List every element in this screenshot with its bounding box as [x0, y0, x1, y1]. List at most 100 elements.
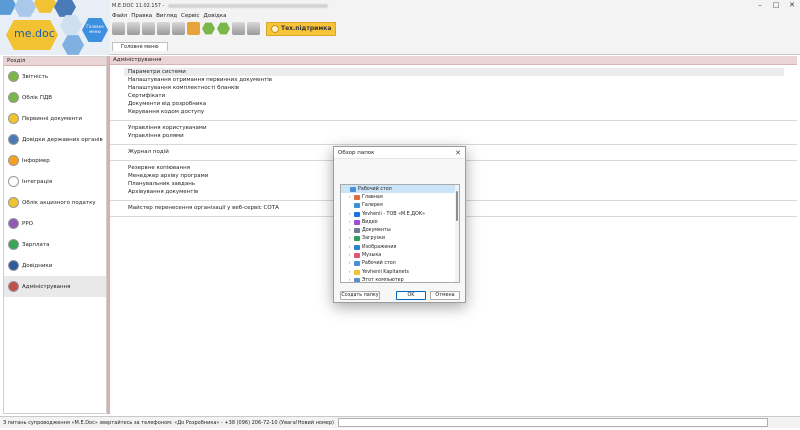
window-controls: – □ ✕	[752, 0, 800, 10]
menu-link[interactable]: Документи від розробника	[128, 100, 797, 108]
sidebar-item[interactable]: Облік акцизного податку	[4, 192, 106, 213]
sidebar-header: Розділ	[4, 57, 106, 66]
folder-icon	[354, 219, 360, 225]
maximize-icon[interactable]: □	[768, 0, 784, 10]
cancel-button[interactable]: Отмена	[430, 291, 460, 300]
status-text: З питань супроводження «M.E.Doc» звертай…	[3, 419, 334, 426]
folder-label: Загрузки	[362, 236, 385, 242]
new-document-icon[interactable]	[112, 22, 125, 35]
folder-icon	[354, 261, 360, 267]
menu-link[interactable]: Управління ролями	[128, 132, 797, 140]
folder-node[interactable]: › Изображения	[341, 243, 459, 251]
folder-label: Документы	[362, 228, 391, 234]
browse-folder-dialog: Обзор папок ✕ Рабочий стол › Главная Галере…	[333, 146, 466, 303]
redacted-title	[168, 4, 329, 8]
folder-label: Главная	[362, 194, 383, 200]
minimize-icon[interactable]: –	[752, 0, 768, 10]
folder-label: Видео	[362, 219, 378, 225]
sidebar-item[interactable]: Довідники	[4, 255, 106, 276]
sidebar-item-label: Звітність	[22, 73, 49, 80]
sidebar-item[interactable]: Первинні документи	[4, 108, 106, 129]
sidebar-item[interactable]: Зарплата	[4, 234, 106, 255]
close-icon[interactable]: ✕	[784, 0, 800, 10]
salary-icon	[8, 239, 19, 250]
expand-chevron-icon[interactable]: ›	[347, 212, 352, 217]
tech-support-button[interactable]: Тех.підтримка	[266, 21, 337, 36]
folder-node[interactable]: › Загрузки	[341, 235, 459, 243]
settings-icon[interactable]	[217, 22, 230, 35]
folder-node[interactable]: › Главная	[341, 193, 459, 201]
tab-main-menu[interactable]: Головне меню	[112, 42, 168, 51]
vat-icon	[8, 92, 19, 103]
expand-chevron-icon[interactable]: ›	[347, 261, 352, 266]
folder-node[interactable]: › Этот компьютер	[341, 276, 459, 282]
menu-link[interactable]: Налаштування комплектності бланків	[128, 84, 797, 92]
create-folder-button[interactable]: Создать папку	[340, 291, 380, 300]
menu-help[interactable]: Довідка	[204, 13, 227, 19]
folder-icon	[354, 269, 360, 275]
sidebar: Розділ Звітність Облік ПДВ Первинні докуме…	[3, 56, 107, 414]
expand-chevron-icon[interactable]: ›	[347, 236, 352, 241]
folder-node[interactable]: › Yevhenii Kapitanets	[341, 268, 459, 276]
menu-link[interactable]: Сертифікати	[128, 92, 797, 100]
menu-bar: Файл Правка Вигляд Сервіс Довідка	[112, 13, 226, 19]
folder-node[interactable]: › Yevhenii - ТОВ «М.Е.ДОК»	[341, 210, 459, 218]
folder-label: Yevhenii Kapitanets	[362, 269, 409, 275]
menu-edit[interactable]: Правка	[131, 13, 152, 19]
expand-chevron-icon[interactable]: ›	[347, 278, 352, 282]
expand-chevron-icon[interactable]: ›	[347, 220, 352, 225]
informer-icon	[8, 155, 19, 166]
expand-chevron-icon[interactable]: ›	[347, 195, 352, 200]
folder-tree[interactable]: Рабочий стол › Главная Галерея › Yevhenii - Т…	[340, 184, 460, 283]
print-icon[interactable]	[172, 22, 185, 35]
sidebar-item[interactable]: Звітність	[4, 66, 106, 87]
sidebar-list: Звітність Облік ПДВ Первинні документи Дові…	[4, 66, 106, 297]
folder-node[interactable]: › Документы	[341, 226, 459, 234]
folder-node[interactable]: Рабочий стол	[341, 185, 459, 194]
folder-node[interactable]: › Видео	[341, 218, 459, 226]
update-icon[interactable]	[202, 22, 215, 35]
folder-icon	[354, 194, 360, 200]
open-document-icon[interactable]	[127, 22, 140, 35]
save-icon[interactable]	[142, 22, 155, 35]
expand-chevron-icon[interactable]: ›	[347, 245, 352, 250]
menu-link[interactable]: Керування кодом доступу	[128, 108, 797, 116]
menu-link[interactable]: Налаштування отримання первинних докумен…	[128, 76, 797, 84]
excise-icon	[8, 197, 19, 208]
scrollbar-thumb[interactable]	[456, 191, 458, 221]
dialog-close-icon[interactable]: ✕	[455, 149, 461, 157]
sidebar-item[interactable]: Інформер	[4, 150, 106, 171]
main-menu-badge[interactable]: Головне меню	[82, 18, 108, 42]
sidebar-item[interactable]: РРО	[4, 213, 106, 234]
gov-icon	[8, 134, 19, 145]
menu-service[interactable]: Сервіс	[181, 13, 200, 19]
folder-node[interactable]: › Рабочий стол	[341, 260, 459, 268]
folder-label: Музыка	[362, 253, 382, 259]
tech-support-label: Тех.підтримка	[281, 25, 332, 32]
folder-node[interactable]: › Музыка	[341, 251, 459, 259]
menu-file[interactable]: Файл	[112, 13, 127, 19]
menu-link[interactable]: Параметри системи	[124, 68, 784, 76]
package-icon[interactable]	[187, 22, 200, 35]
tree-scrollbar[interactable]	[455, 185, 459, 282]
dialog-titlebar: Обзор папок ✕	[334, 147, 465, 159]
integration-icon	[8, 176, 19, 187]
dialog-title: Обзор папок	[338, 149, 375, 156]
ok-button[interactable]: OK	[396, 291, 426, 300]
sidebar-item[interactable]: Довідки державних органів	[4, 129, 106, 150]
directories-icon	[8, 260, 19, 271]
expand-chevron-icon[interactable]: ›	[347, 253, 352, 258]
sidebar-item[interactable]: Облік ПДВ	[4, 87, 106, 108]
folder-node[interactable]: Галерея	[341, 202, 459, 210]
mail-icon[interactable]	[232, 22, 245, 35]
folder-icon	[354, 277, 360, 282]
sidebar-item[interactable]: Інтеграція	[4, 171, 106, 192]
expand-chevron-icon[interactable]: ›	[347, 270, 352, 275]
folder-icon	[354, 253, 360, 259]
expand-chevron-icon[interactable]: ›	[347, 228, 352, 233]
menu-view[interactable]: Вигляд	[156, 13, 177, 19]
copy-icon[interactable]	[157, 22, 170, 35]
check-icon[interactable]	[247, 22, 260, 35]
sidebar-item[interactable]: Адміністрування	[4, 276, 106, 297]
menu-link[interactable]: Управління користувачами	[128, 124, 797, 132]
